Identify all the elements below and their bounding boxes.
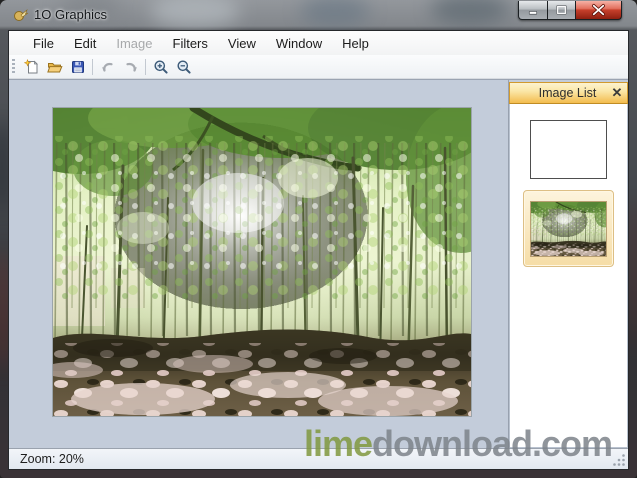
menu-view[interactable]: View <box>218 33 266 54</box>
toolbar-separator <box>145 58 146 75</box>
status-bar: Zoom: 20% <box>9 448 628 469</box>
redo-button[interactable] <box>119 56 142 78</box>
panel-close-icon[interactable]: ✕ <box>607 85 627 101</box>
close-button[interactable] <box>576 1 622 20</box>
menu-file[interactable]: File <box>23 33 64 54</box>
toolbar <box>9 55 628 79</box>
zoom-level-text: Zoom: 20% <box>20 452 84 466</box>
app-window: 1O Graphics File Edit Image Filters View… <box>0 0 637 478</box>
close-icon <box>592 4 605 16</box>
forest-photo <box>52 107 472 417</box>
menu-bar: File Edit Image Filters View Window Help <box>9 31 628 55</box>
new-file-icon <box>23 58 38 73</box>
undo-button[interactable] <box>96 56 119 78</box>
thumbnail-blank-image[interactable] <box>530 120 607 179</box>
save-button[interactable] <box>66 56 89 78</box>
minimize-icon <box>528 11 538 15</box>
zoom-out-icon <box>177 60 191 74</box>
app-icon <box>14 9 29 21</box>
minimize-button[interactable] <box>518 1 548 20</box>
maximize-icon <box>556 5 567 15</box>
document-canvas[interactable] <box>9 79 508 448</box>
resize-grip[interactable] <box>613 454 626 467</box>
window-title: 1O Graphics <box>34 7 107 22</box>
menu-filters[interactable]: Filters <box>163 33 218 54</box>
zoom-in-button[interactable] <box>149 56 172 78</box>
menu-window[interactable]: Window <box>266 33 332 54</box>
title-bar[interactable]: 1O Graphics <box>0 0 637 30</box>
image-list-panel: Image List ✕ <box>508 79 628 448</box>
image-list-body <box>509 104 628 448</box>
client-area: File Edit Image Filters View Window Help <box>8 30 629 470</box>
new-file-button[interactable] <box>20 56 43 78</box>
main-area: Image List ✕ <box>9 79 628 448</box>
open-button[interactable] <box>43 56 66 78</box>
maximize-button[interactable] <box>548 1 576 20</box>
caption-buttons <box>518 1 622 20</box>
toolbar-separator <box>92 58 93 75</box>
menu-image: Image <box>116 35 153 51</box>
zoom-in-icon <box>154 60 168 74</box>
redo-icon <box>125 62 137 72</box>
menu-help[interactable]: Help <box>332 33 379 54</box>
zoom-out-button[interactable] <box>172 56 195 78</box>
thumbnail-forest-image-selected[interactable] <box>523 190 614 267</box>
menu-edit[interactable]: Edit <box>64 33 106 54</box>
image-list-title: Image List <box>538 86 597 100</box>
undo-icon <box>101 62 113 72</box>
forest-thumbnail <box>530 200 607 257</box>
image-list-header[interactable]: Image List ✕ <box>509 82 628 104</box>
toolbar-grip[interactable] <box>12 58 17 75</box>
open-folder-icon <box>46 62 63 72</box>
save-icon <box>71 60 84 73</box>
